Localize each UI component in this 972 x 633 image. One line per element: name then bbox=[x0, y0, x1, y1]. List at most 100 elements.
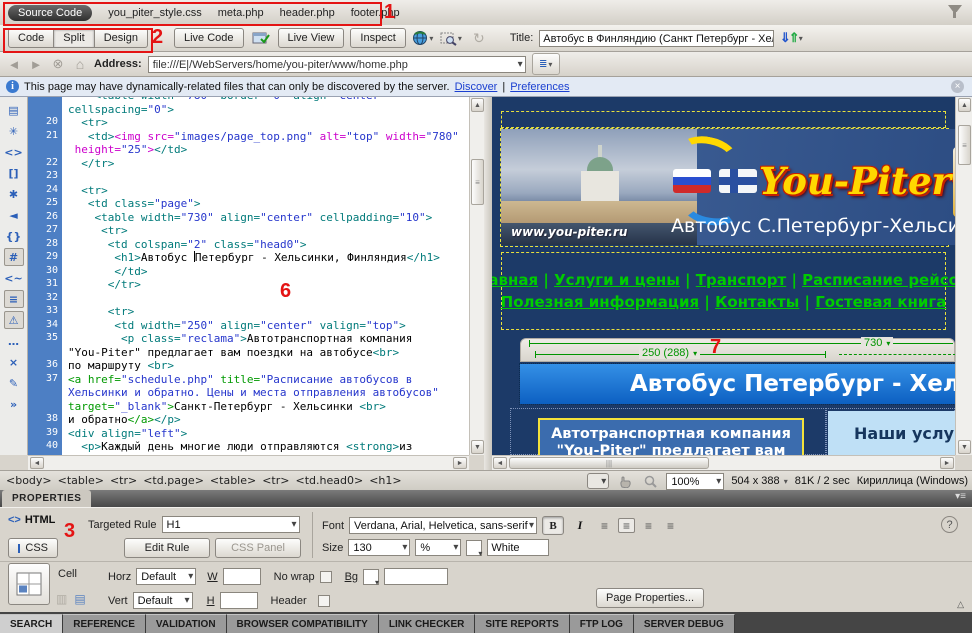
scroll-right-icon[interactable]: ► bbox=[453, 457, 467, 469]
more-icon[interactable]: » bbox=[4, 395, 24, 413]
align-justify-icon[interactable]: ≡ bbox=[662, 518, 679, 533]
balance-braces-icon[interactable]: {} bbox=[4, 227, 24, 245]
code-view[interactable]: 19 <table width="780" border="0" align="… bbox=[28, 97, 469, 455]
tag-selector-item[interactable]: <table> bbox=[58, 474, 104, 487]
apply-comment-icon[interactable]: … bbox=[4, 332, 24, 350]
check-browser-compatibility-icon[interactable] bbox=[250, 28, 272, 48]
text-color-input[interactable]: White bbox=[487, 539, 549, 556]
results-tab-link-checker[interactable]: LINK CHECKER bbox=[379, 614, 476, 633]
scroll-up-icon[interactable]: ▲ bbox=[471, 98, 484, 112]
address-input[interactable]: file:///E|/WebServers/home/you-piter/www… bbox=[148, 56, 526, 73]
inspect-page-icon[interactable]: ▾ bbox=[440, 28, 462, 48]
scroll-up-icon[interactable]: ▲ bbox=[958, 98, 971, 112]
table-width-bar[interactable]: 730 ▾ 250 (288) ▾ bbox=[520, 338, 955, 362]
preferences-link[interactable]: Preferences bbox=[510, 81, 569, 93]
code-navigator-icon[interactable]: ✳ bbox=[4, 122, 24, 140]
font-select[interactable]: Verdana, Arial, Helvetica, sans-serif bbox=[349, 517, 537, 534]
highlight-invalid-code-icon[interactable]: <~ bbox=[4, 269, 24, 287]
properties-tab[interactable]: PROPERTIES bbox=[2, 490, 91, 507]
site-nav-link[interactable]: Главная bbox=[492, 271, 538, 289]
company-intro-box[interactable]: Автотранспортная компания "You-Piter" пр… bbox=[538, 418, 804, 455]
bg-color-swatch[interactable] bbox=[363, 569, 379, 585]
panel-menu-icon[interactable]: ▾≡ bbox=[955, 491, 966, 502]
edit-rule-button[interactable]: Edit Rule bbox=[124, 538, 210, 558]
targeted-rule-select[interactable]: H1 bbox=[162, 516, 300, 533]
zoom-level-select[interactable]: 100% bbox=[666, 473, 724, 490]
file-management-icon[interactable]: ⇓⇑▾ bbox=[780, 28, 802, 48]
related-file-tab[interactable]: meta.php bbox=[218, 7, 264, 19]
results-tab-validation[interactable]: VALIDATION bbox=[146, 614, 227, 633]
column-width-label-250[interactable]: 250 (288) ▾ bbox=[639, 347, 700, 359]
design-horizontal-scrollbar[interactable]: ◄ ||| ► bbox=[492, 455, 955, 471]
code-scroll-thumb[interactable]: ≡ bbox=[471, 159, 484, 205]
scroll-left-icon[interactable]: ◄ bbox=[30, 457, 44, 469]
live-view-button[interactable]: Live View bbox=[278, 28, 345, 48]
text-color-swatch[interactable] bbox=[466, 540, 482, 556]
results-tab-browser-compatibility[interactable]: BROWSER COMPATIBILITY bbox=[227, 614, 379, 633]
site-nav-link[interactable]: Контакты bbox=[715, 293, 799, 311]
syntax-error-alerts-icon[interactable]: ⚠ bbox=[4, 311, 24, 329]
table-width-label-730[interactable]: 730 ▾ bbox=[861, 337, 893, 349]
format-source-code-icon[interactable]: ✎ bbox=[4, 374, 24, 392]
split-cell-icon[interactable]: ▤ bbox=[74, 592, 85, 606]
size-select[interactable]: 130 bbox=[348, 539, 410, 556]
bg-color-input[interactable] bbox=[384, 568, 448, 585]
results-tab-server-debug[interactable]: SERVER DEBUG bbox=[634, 614, 735, 633]
design-vertical-scrollbar[interactable]: ▲ ≡ ▼ bbox=[955, 97, 972, 455]
tag-selector-item[interactable]: <td.head0> bbox=[296, 474, 364, 487]
related-file-tab[interactable]: you_piter_style.css bbox=[108, 7, 202, 19]
open-documents-icon[interactable]: ▤ bbox=[4, 101, 24, 119]
scroll-right-icon[interactable]: ► bbox=[940, 457, 954, 469]
code-view-button[interactable]: Code bbox=[8, 28, 54, 48]
help-icon[interactable]: ? bbox=[941, 516, 958, 533]
design-hscroll-thumb[interactable]: ||| bbox=[509, 457, 709, 469]
split-view-button[interactable]: Split bbox=[53, 28, 94, 48]
width-input[interactable] bbox=[223, 568, 261, 585]
design-view[interactable]: You-Piter Автобус С.Петербург-Хельсинки … bbox=[492, 97, 955, 455]
tag-selector-item[interactable]: <tr> bbox=[262, 474, 289, 487]
results-tab-search[interactable]: SEARCH bbox=[0, 614, 63, 633]
source-code-tab[interactable]: Source Code bbox=[8, 5, 92, 21]
horz-select[interactable]: Default bbox=[136, 568, 196, 585]
live-code-button[interactable]: Live Code bbox=[174, 28, 244, 48]
word-wrap-icon[interactable]: ≡ bbox=[4, 290, 24, 308]
close-icon[interactable]: × bbox=[951, 80, 964, 93]
home-icon[interactable]: ⌂ bbox=[72, 56, 88, 72]
header-checkbox[interactable] bbox=[318, 595, 330, 607]
height-input[interactable] bbox=[220, 592, 258, 609]
site-nav-link[interactable]: Полезная информация bbox=[501, 293, 700, 311]
align-center-icon[interactable]: ≡ bbox=[618, 518, 635, 533]
discover-link[interactable]: Discover bbox=[455, 81, 498, 93]
live-view-options-icon[interactable]: ≣▾ bbox=[532, 53, 560, 75]
back-icon[interactable]: ◄ bbox=[6, 57, 22, 72]
align-right-icon[interactable]: ≡ bbox=[640, 518, 657, 533]
italic-button[interactable]: I bbox=[569, 516, 591, 535]
align-left-icon[interactable]: ≡ bbox=[596, 518, 613, 533]
site-nav-link[interactable]: Услуги и цены bbox=[554, 271, 680, 289]
scroll-left-icon[interactable]: ◄ bbox=[493, 457, 507, 469]
design-scroll-thumb[interactable]: ≡ bbox=[958, 125, 971, 165]
hand-tool-icon[interactable] bbox=[616, 473, 634, 489]
scroll-down-icon[interactable]: ▼ bbox=[958, 440, 971, 454]
zoom-tool-icon[interactable] bbox=[641, 473, 659, 489]
select-tool-icon[interactable] bbox=[587, 473, 609, 489]
design-view-button[interactable]: Design bbox=[94, 28, 148, 48]
window-size-select[interactable]: 504 x 388 ▾ bbox=[731, 475, 787, 487]
code-horizontal-scrollbar[interactable]: ◄ ► bbox=[28, 455, 469, 471]
results-tab-ftp-log[interactable]: FTP LOG bbox=[570, 614, 634, 633]
site-nav-link[interactable]: Расписание рейсов bbox=[802, 271, 955, 289]
title-input[interactable]: Автобус в Финляндию (Санкт Петербург - Х… bbox=[539, 30, 774, 47]
tag-selector-item[interactable]: <tr> bbox=[110, 474, 137, 487]
css-panel-button[interactable]: CSS Panel bbox=[215, 538, 301, 558]
remove-comment-icon[interactable]: × bbox=[4, 353, 24, 371]
preview-in-browser-icon[interactable]: ▾ bbox=[412, 28, 434, 48]
related-file-tab[interactable]: header.php bbox=[280, 7, 335, 19]
tag-selector-item[interactable]: <td.page> bbox=[143, 474, 204, 487]
vert-select[interactable]: Default bbox=[133, 592, 193, 609]
collapse-panel-icon[interactable]: △ bbox=[957, 599, 964, 610]
refresh-icon[interactable]: ↻ bbox=[468, 28, 490, 48]
stop-icon[interactable]: ⊗ bbox=[50, 56, 66, 72]
bold-button[interactable]: B bbox=[542, 516, 564, 535]
select-parent-tag-icon[interactable]: ◄ bbox=[4, 206, 24, 224]
page-properties-button[interactable]: Page Properties... bbox=[596, 588, 704, 608]
